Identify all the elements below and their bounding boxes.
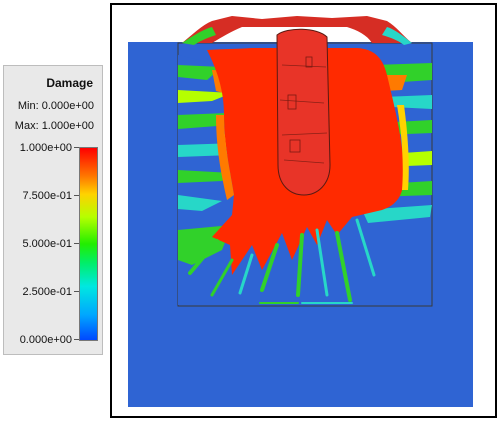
legend-tick-label: 1.000e+00 (19, 142, 72, 154)
tick-mark (74, 243, 79, 244)
legend-min-value: Min: 0.000e+00 (17, 100, 94, 112)
tick-mark (74, 339, 79, 340)
legend-title: Damage (46, 76, 93, 90)
legend-max-value: Max: 1.000e+00 (14, 120, 94, 132)
legend-tick-label: 7.500e-01 (22, 190, 72, 202)
legend-tick-label: 5.000e-01 (22, 238, 72, 250)
legend-tick-label: 0.000e+00 (19, 334, 72, 346)
damage-field-render[interactable] (112, 5, 495, 416)
projectile (276, 28, 331, 196)
tick-mark (74, 291, 79, 292)
tick-mark (74, 147, 79, 148)
simulation-viewport[interactable] (110, 3, 497, 418)
legend-color-bar (79, 147, 98, 341)
tick-mark (74, 195, 79, 196)
legend-tick-label: 2.500e-01 (22, 286, 72, 298)
color-legend-panel: Damage Min: 0.000e+00 Max: 1.000e+00 1.0… (3, 65, 103, 355)
